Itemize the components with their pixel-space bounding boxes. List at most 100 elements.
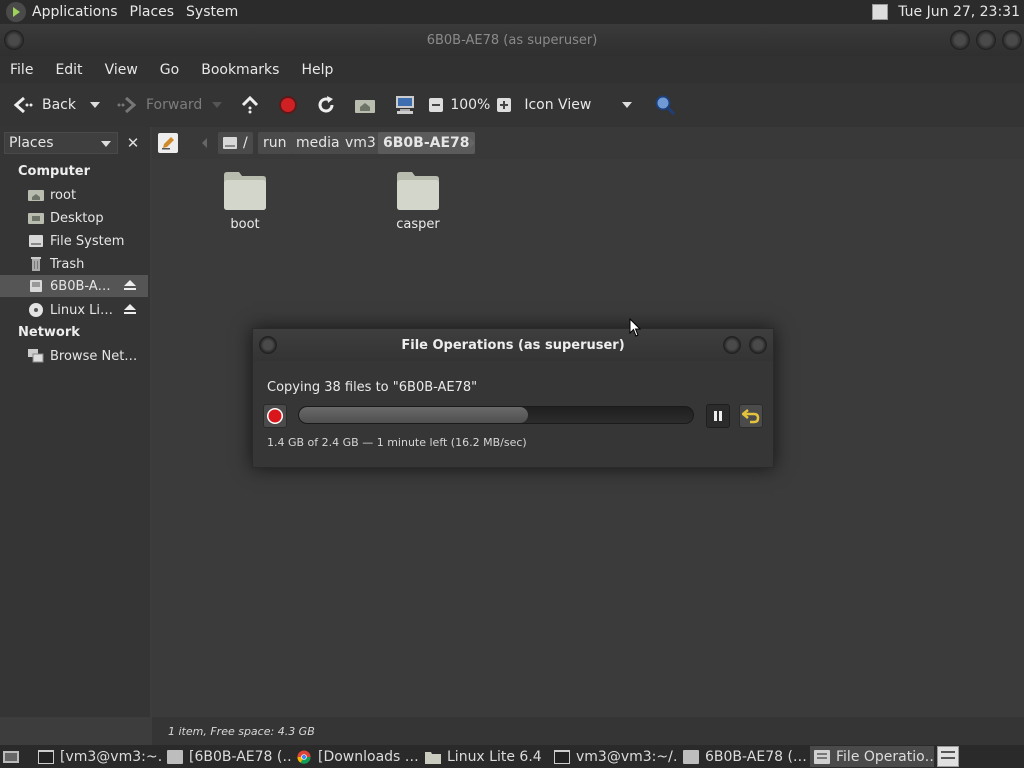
- home-folder-icon: [355, 100, 376, 113]
- show-desktop-icon[interactable]: [0, 747, 22, 767]
- chevron-down-icon: [212, 102, 223, 108]
- breadcrumb-segment[interactable]: vm3: [340, 132, 381, 154]
- back-history-dropdown[interactable]: [86, 89, 104, 121]
- stop-button[interactable]: [274, 89, 302, 121]
- file-manager-icon: [683, 749, 699, 764]
- calendar-icon[interactable]: [872, 4, 889, 20]
- maximize-button[interactable]: [976, 30, 996, 50]
- chevron-down-icon: [101, 141, 111, 147]
- applications-logo-icon[interactable]: [6, 2, 26, 22]
- dialog-menu-button[interactable]: [259, 336, 277, 354]
- eject-icon[interactable]: [124, 304, 136, 315]
- sidebar-item-usb-drive[interactable]: 6B0B-A…: [0, 275, 148, 297]
- search-icon: [655, 95, 676, 116]
- file-operations-dialog: File Operations (as superuser) Copying 3…: [252, 328, 774, 468]
- view-mode-select[interactable]: Icon View: [520, 89, 638, 121]
- section-computer: Computer: [18, 164, 91, 179]
- zoom-out-button[interactable]: [424, 89, 448, 121]
- applications-menu[interactable]: Applications: [26, 4, 124, 20]
- undo-button[interactable]: [739, 404, 763, 428]
- search-button[interactable]: [650, 89, 680, 121]
- sidebar-item-desktop[interactable]: Desktop: [0, 207, 148, 229]
- menu-bookmarks[interactable]: Bookmarks: [189, 62, 289, 78]
- status-bar: 1 item, Free space: 4.3 GB: [152, 717, 1024, 745]
- sidebar-item-trash[interactable]: Trash: [0, 253, 148, 275]
- taskbar-item-label: File Operatio…: [836, 748, 934, 765]
- menu-view[interactable]: View: [93, 62, 148, 78]
- taskbar-item-label: [vm3@vm3:~…: [60, 748, 162, 765]
- taskbar-item[interactable]: Linux Lite 6.4: [425, 746, 549, 767]
- dialog-close-button[interactable]: [749, 336, 767, 354]
- file-manager-icon: [167, 749, 183, 764]
- breadcrumb-scroll-left-icon[interactable]: [202, 138, 207, 148]
- dialog-minimize-button[interactable]: [723, 336, 741, 354]
- forward-history-dropdown[interactable]: [208, 89, 226, 121]
- reload-button[interactable]: [312, 89, 340, 121]
- menu-edit[interactable]: Edit: [43, 62, 92, 78]
- back-button[interactable]: Back: [6, 89, 80, 121]
- sidebar-close-icon[interactable]: ✕: [122, 132, 144, 154]
- menubar: File Edit View Go Bookmarks Help: [0, 56, 1024, 83]
- file-name: boot: [230, 217, 260, 232]
- menu-file[interactable]: File: [0, 62, 43, 78]
- close-button[interactable]: [1002, 30, 1022, 50]
- sidebar-mode-select[interactable]: Places: [4, 132, 118, 154]
- window-menu-button[interactable]: [4, 30, 24, 50]
- system-menu[interactable]: System: [180, 4, 244, 20]
- sidebar-item-label: Browse Net…: [50, 348, 138, 364]
- sidebar-item-root[interactable]: root: [0, 184, 148, 206]
- home-folder-icon: [28, 190, 44, 201]
- file-item-boot[interactable]: boot: [205, 169, 285, 232]
- places-menu[interactable]: Places: [124, 4, 181, 20]
- up-arrow-icon: [242, 95, 259, 114]
- taskbar-item[interactable]: 6B0B-AE78 (…: [683, 746, 807, 767]
- eject-icon[interactable]: [124, 280, 136, 291]
- forward-button[interactable]: Forward: [112, 89, 206, 121]
- pause-button[interactable]: [706, 404, 730, 428]
- breadcrumb-scroll-right-icon[interactable]: [470, 138, 475, 148]
- clock[interactable]: Tue Jun 27, 23:31: [898, 4, 1020, 20]
- view-mode-value: Icon View: [524, 97, 592, 113]
- sidebar-item-label: File System: [50, 233, 125, 249]
- breadcrumb-root[interactable]: /: [218, 132, 253, 154]
- breadcrumb-current[interactable]: 6B0B-AE78: [378, 132, 475, 154]
- home-button[interactable]: [350, 89, 380, 121]
- terminal-icon: [38, 749, 54, 764]
- menu-go[interactable]: Go: [148, 62, 189, 78]
- menu-help[interactable]: Help: [289, 62, 343, 78]
- sidebar-item-label: Trash: [50, 256, 85, 272]
- taskbar-item[interactable]: [Downloads …: [296, 746, 420, 767]
- disc-icon: [29, 303, 43, 317]
- minimize-button[interactable]: [950, 30, 970, 50]
- up-button[interactable]: [236, 89, 264, 121]
- sidebar-item-file-system[interactable]: File System: [0, 230, 148, 252]
- folder-icon: [425, 751, 441, 764]
- file-item-casper[interactable]: casper: [378, 169, 458, 232]
- sidebar-item-label: Desktop: [50, 210, 104, 226]
- sidebar: Places ✕ Computer root Desktop File Syst…: [0, 127, 150, 717]
- sidebar-mode-label: Places: [9, 135, 54, 151]
- taskbar-item[interactable]: [6B0B-AE78 (…: [167, 746, 291, 767]
- breadcrumb: / run media vm3 6B0B-AE78: [152, 127, 1024, 159]
- dialog-titlebar[interactable]: File Operations (as superuser): [253, 329, 773, 361]
- sidebar-item-browse-network[interactable]: Browse Net…: [0, 345, 148, 367]
- zoom-in-button[interactable]: [492, 89, 516, 121]
- computer-button[interactable]: [390, 89, 420, 121]
- folder-icon: [397, 172, 439, 210]
- taskbar-item[interactable]: [vm3@vm3:~…: [38, 746, 162, 767]
- progress-details: 1.4 GB of 2.4 GB — 1 minute left (16.2 M…: [267, 436, 527, 449]
- forward-arrow-icon: [117, 96, 137, 114]
- zoom-in-icon: [497, 98, 512, 112]
- edit-location-button[interactable]: [158, 133, 178, 153]
- breadcrumb-segment[interactable]: media: [291, 132, 345, 154]
- taskbar-item-active[interactable]: File Operatio…: [810, 746, 934, 767]
- cancel-operation-button[interactable]: [263, 404, 287, 428]
- trash-icon: [31, 257, 41, 271]
- terminal-icon: [554, 749, 570, 764]
- sidebar-item-linux-lite-disc[interactable]: Linux Li…: [0, 299, 148, 321]
- taskbar-item[interactable]: vm3@vm3:~/…: [554, 746, 678, 767]
- sidebar-item-label: Linux Li…: [50, 302, 114, 318]
- window-titlebar[interactable]: 6B0B-AE78 (as superuser): [0, 24, 1024, 56]
- breadcrumb-segment[interactable]: run: [258, 132, 292, 154]
- notification-area-icon[interactable]: [937, 746, 959, 767]
